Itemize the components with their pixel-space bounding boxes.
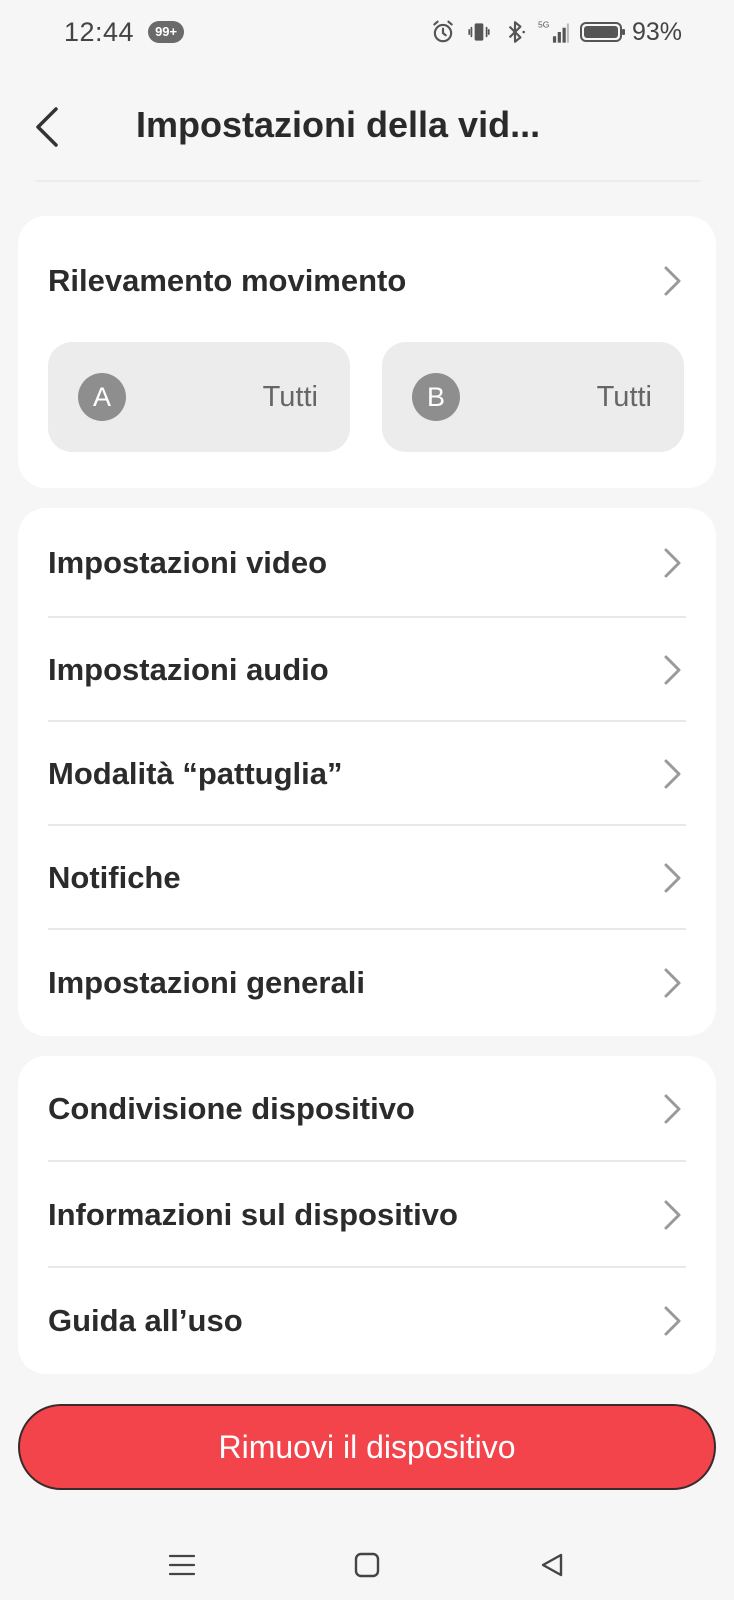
zone-b-badge: B bbox=[412, 373, 460, 421]
battery-percent: 93% bbox=[631, 17, 682, 46]
vibrate-icon bbox=[468, 23, 490, 41]
header: Impostazioni della vid... bbox=[0, 82, 734, 172]
status-time: 12:44 bbox=[64, 16, 135, 47]
chevron-right-icon bbox=[658, 1092, 686, 1126]
battery-icon bbox=[579, 22, 625, 42]
settings-item-video[interactable]: Impostazioni video bbox=[18, 508, 716, 618]
signal-icon: 5G bbox=[538, 20, 569, 43]
back-triangle-icon bbox=[541, 1553, 562, 1577]
chevron-right-icon bbox=[658, 966, 686, 1000]
motion-detection-row[interactable]: Rilevamento movimento bbox=[18, 216, 716, 346]
chevron-right-icon bbox=[658, 264, 686, 298]
zone-a-value: Tutti bbox=[262, 380, 318, 413]
device-item-label: Condivisione dispositivo bbox=[48, 1091, 415, 1126]
home-button[interactable] bbox=[337, 1535, 397, 1595]
settings-item-label: Impostazioni audio bbox=[48, 652, 329, 687]
bluetooth-icon bbox=[508, 21, 525, 43]
status-right: 5G 93% bbox=[430, 18, 682, 47]
remove-device-button[interactable]: Rimuovi il dispositivo bbox=[18, 1404, 716, 1490]
device-item-info[interactable]: Informazioni sul dispositivo bbox=[18, 1162, 716, 1268]
settings-item-audio[interactable]: Impostazioni audio bbox=[18, 618, 716, 722]
chevron-right-icon bbox=[658, 546, 686, 580]
page-title: Impostazioni della vid... bbox=[136, 104, 541, 145]
zone-a-badge: A bbox=[78, 373, 126, 421]
menu-button[interactable] bbox=[152, 1535, 212, 1595]
device-card: Condivisione dispositivo Informazioni su… bbox=[18, 1056, 716, 1374]
battery: 93% bbox=[579, 17, 682, 47]
status-bar: 12:44 99+ 5G 93% bbox=[0, 0, 734, 64]
chevron-left-icon bbox=[36, 107, 58, 147]
settings-item-label: Modalità “pattuglia” bbox=[48, 756, 343, 791]
settings-item-label: Notifiche bbox=[48, 860, 181, 895]
motion-detection-label: Rilevamento movimento bbox=[48, 263, 407, 298]
zone-a-button[interactable]: A Tutti bbox=[48, 342, 350, 452]
motion-detection-card: Rilevamento movimento A Tutti B Tutti bbox=[18, 216, 716, 488]
motion-zones: A Tutti B Tutti bbox=[48, 342, 684, 452]
notification-badge: 99+ bbox=[148, 21, 185, 43]
chevron-right-icon bbox=[658, 861, 686, 895]
system-nav-bar bbox=[0, 1530, 734, 1600]
settings-item-patrol[interactable]: Modalità “pattuglia” bbox=[18, 722, 716, 826]
alarm-icon bbox=[433, 20, 453, 43]
settings-item-label: Impostazioni generali bbox=[48, 965, 365, 1000]
device-item-label: Informazioni sul dispositivo bbox=[48, 1197, 458, 1232]
status-left: 12:44 99+ bbox=[64, 16, 185, 48]
chevron-right-icon bbox=[658, 1198, 686, 1232]
header-divider bbox=[36, 180, 700, 182]
chevron-right-icon bbox=[658, 757, 686, 791]
zone-b-button[interactable]: B Tutti bbox=[382, 342, 684, 452]
device-item-label: Guida all’uso bbox=[48, 1303, 243, 1338]
settings-item-general[interactable]: Impostazioni generali bbox=[18, 930, 716, 1036]
back-nav-button[interactable] bbox=[522, 1535, 582, 1595]
chevron-right-icon bbox=[658, 653, 686, 687]
device-item-sharing[interactable]: Condivisione dispositivo bbox=[18, 1056, 716, 1162]
menu-icon bbox=[169, 1554, 196, 1576]
device-item-guide[interactable]: Guida all’uso bbox=[18, 1268, 716, 1374]
zone-b-value: Tutti bbox=[596, 380, 652, 413]
settings-card: Impostazioni video Impostazioni audio Mo… bbox=[18, 508, 716, 1036]
chevron-right-icon bbox=[658, 1304, 686, 1338]
home-square-icon bbox=[354, 1552, 380, 1578]
settings-item-label: Impostazioni video bbox=[48, 545, 328, 580]
settings-item-notifications[interactable]: Notifiche bbox=[18, 826, 716, 930]
back-button[interactable] bbox=[22, 102, 72, 152]
network-label: 5G bbox=[538, 20, 549, 30]
